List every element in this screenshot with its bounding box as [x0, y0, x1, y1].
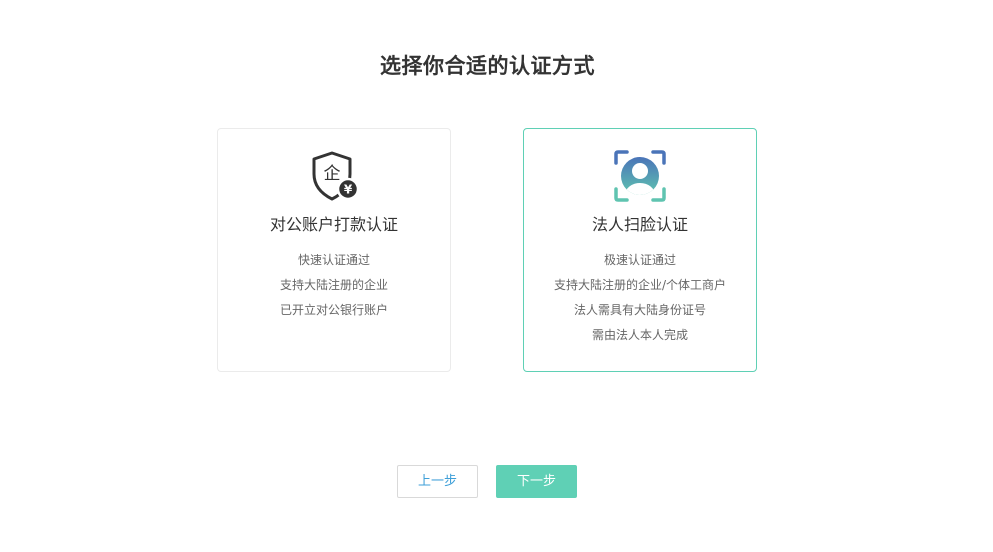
feature-item: 极速认证通过 — [603, 253, 676, 267]
option-card-face-scan[interactable]: 法人扫脸认证 极速认证通过 支持大陆注册的企业/个体工商户 法人需具有大陆身份证… — [523, 128, 757, 372]
option-card-bank-transfer[interactable]: 企 ¥ 对公账户打款认证 快速认证通过 支持大陆注册的企业 已开立对公银行账户 — [217, 128, 451, 372]
feature-item: 支持大陆注册的企业/个体工商户 — [553, 278, 727, 292]
feature-item: 法人需具有大陆身份证号 — [573, 303, 706, 317]
enterprise-glyph: 企 — [324, 164, 341, 184]
feature-item: 需由法人本人完成 — [591, 328, 688, 342]
feature-item: 快速认证通过 — [297, 253, 370, 267]
feature-item: 支持大陆注册的企业 — [279, 278, 388, 292]
auth-method-page: 选择你合适的认证方式 企 ¥ 对公账户打款认证 快速认证通过 支持大陆注册的企业… — [0, 0, 993, 552]
option-title: 法人扫脸认证 — [591, 215, 688, 234]
face-scan-icon — [613, 149, 667, 203]
page-title: 选择你合适的认证方式 — [380, 54, 595, 78]
prev-step-button[interactable]: 上一步 — [397, 465, 478, 498]
feature-list: 极速认证通过 支持大陆注册的企业/个体工商户 法人需具有大陆身份证号 需由法人本… — [524, 251, 756, 351]
next-step-button[interactable]: 下一步 — [496, 465, 577, 498]
feature-list: 快速认证通过 支持大陆注册的企业 已开立对公银行账户 — [218, 251, 450, 326]
yen-glyph: ¥ — [344, 183, 353, 197]
shield-enterprise-yen-icon: 企 ¥ — [307, 149, 361, 203]
option-title: 对公账户打款认证 — [269, 215, 398, 234]
feature-item: 已开立对公银行账户 — [279, 303, 388, 317]
